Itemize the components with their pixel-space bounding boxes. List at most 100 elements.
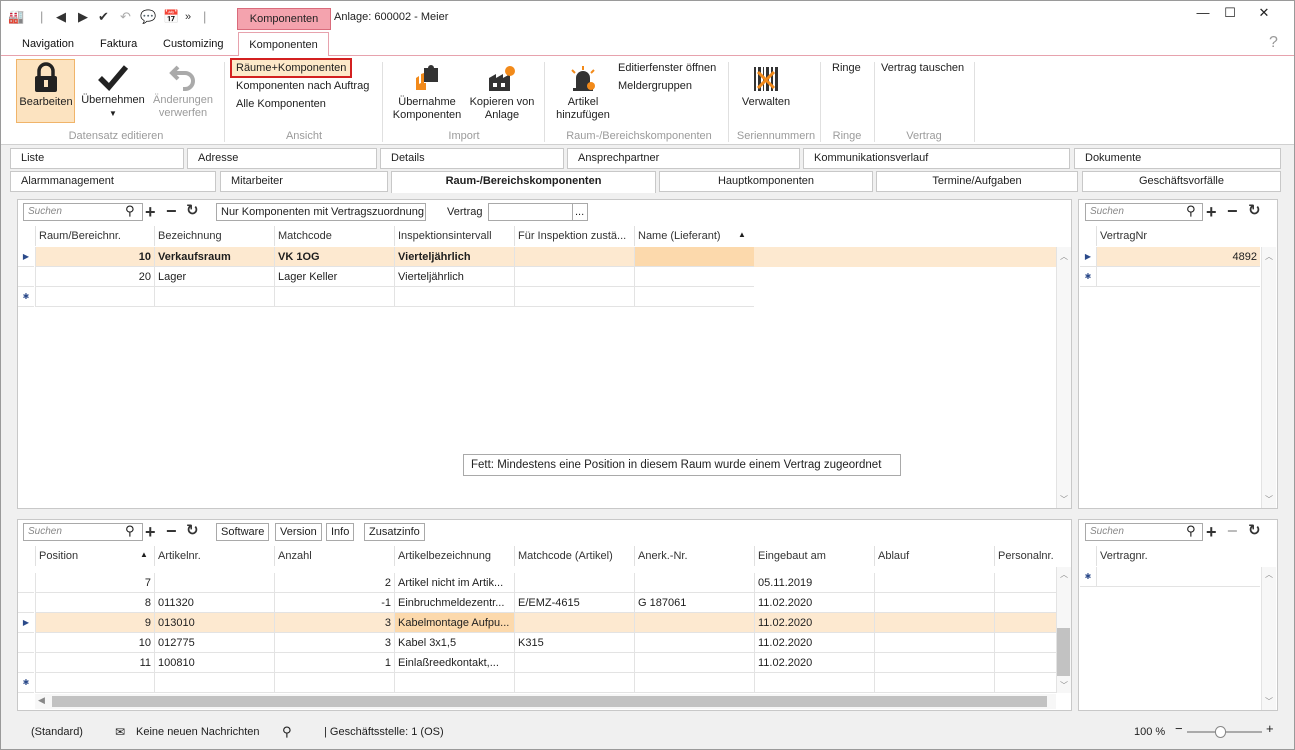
cell-eingebaut-am[interactable]: 11.02.2020 [754,653,874,673]
new-row-cell[interactable] [35,673,154,693]
zoom-out-icon[interactable]: − [1175,722,1183,736]
cell-anzahl[interactable]: 1 [274,653,394,673]
scroll-down-icon[interactable]: ﹀ [1265,696,1273,707]
cell-artikelbezeichnung[interactable]: Einlaßreedkontakt,... [394,653,514,673]
add-icon[interactable]: + [145,203,156,221]
filter-vertragszuordnung-button[interactable]: Nur Komponenten mit Vertragszuordnung [216,203,426,221]
col-header-position[interactable]: Position [35,546,154,566]
cell-eingebaut-am[interactable]: 11.02.2020 [754,593,874,613]
cell-matchcode-artikel[interactable] [514,573,634,593]
remove-icon[interactable]: − [166,202,177,220]
raeume-komponenten-button[interactable]: Räume+Komponenten [236,61,346,75]
cell-anzahl[interactable]: 3 [274,633,394,653]
cell-anerk-nr[interactable] [634,633,754,653]
new-row-cell[interactable] [514,673,634,693]
tab-liste[interactable]: Liste [10,148,184,169]
new-row-cell[interactable] [274,287,394,307]
new-row-cell[interactable] [874,673,994,693]
new-row-cell[interactable] [394,287,514,307]
cell-ablauf[interactable] [874,613,994,633]
col-header-artikelbezeichnung[interactable]: Artikelbezeichnung [394,546,514,566]
cell-artikelnr[interactable]: 011320 [154,593,274,613]
scroll-up-icon[interactable]: ︿ [1060,569,1068,580]
minimize-button[interactable]: — [1190,4,1216,22]
tab-faktura[interactable]: Faktura [100,38,137,50]
tab-kommunikationsverlauf[interactable]: Kommunikationsverlauf [803,148,1070,169]
col-header-raum[interactable]: Raum/Bereichnr. [35,226,154,246]
vertrag-tauschen-button[interactable]: Vertrag tauschen [881,61,964,75]
scrollbar-thumb[interactable] [1057,628,1070,676]
col-header-matchcode[interactable]: Matchcode [274,226,394,246]
info-button[interactable]: Info [326,523,355,541]
cell-position[interactable]: 8 [35,593,154,613]
meldergruppen-button[interactable]: Meldergruppen [618,79,692,93]
cell-position[interactable]: 9 [35,613,154,633]
scroll-down-icon[interactable]: ﹀ [1060,680,1068,691]
scroll-down-icon[interactable]: ﹀ [1265,494,1273,505]
tab-ansprechpartner[interactable]: Ansprechpartner [567,148,800,169]
cell-artikelbezeichnung[interactable]: Artikel nicht im Artik... [394,573,514,593]
tab-details[interactable]: Details [380,148,564,169]
cell-position[interactable]: 11 [35,653,154,673]
new-row-icon[interactable]: ✱ [1080,567,1096,587]
search-icon[interactable]: ⚲ [125,203,135,219]
new-row-cell[interactable] [35,287,154,307]
col-header-fuer-inspektion[interactable]: Für Inspektion zustä... [514,226,634,246]
cell-matchcode-artikel[interactable] [514,653,634,673]
cell-artikelbezeichnung[interactable]: Kabelmontage Aufpu... [394,613,514,633]
new-row-cell[interactable] [634,287,754,307]
tab-komponenten[interactable]: Komponenten [238,32,329,57]
col-header-personalnr[interactable]: Personalnr. [994,546,1056,566]
search-icon[interactable]: ⚲ [282,725,292,739]
new-row-cell[interactable] [394,673,514,693]
cell-fuer-inspektion[interactable] [514,247,634,267]
refresh-icon[interactable]: ↻ [1248,523,1261,539]
cell-fuer-inspektion[interactable] [514,267,634,287]
more-icon[interactable]: » [185,9,191,25]
contracts-vertical-scrollbar[interactable] [1261,247,1276,508]
cell-intervall[interactable]: Vierteljährlich [394,247,514,267]
alle-komponenten-button[interactable]: Alle Komponenten [236,97,326,111]
scroll-left-icon[interactable]: ◀ [38,695,45,706]
col-header-eingebaut-am[interactable]: Eingebaut am [754,546,874,566]
tab-customizing[interactable]: Customizing [163,38,224,50]
cell-artikelnr[interactable]: 100810 [154,653,274,673]
cell-artikelnr[interactable]: 013010 [154,613,274,633]
search-icon[interactable]: ⚲ [125,523,135,539]
cell-anerk-nr[interactable] [634,573,754,593]
calendar-icon[interactable]: 📅 [163,9,179,25]
cell-personalnr[interactable] [994,653,1056,673]
cell-ablauf[interactable] [874,593,994,613]
zoom-slider-thumb[interactable] [1215,726,1226,738]
vertrag-ellipsis-button[interactable]: ... [572,203,588,221]
cell-intervall[interactable]: Vierteljährlich [394,267,514,287]
col-header-anerk-nr[interactable]: Anerk.-Nr. [634,546,754,566]
cell-matchcode-artikel[interactable]: E/EMZ-4615 [514,593,634,613]
cell-personalnr[interactable] [994,633,1056,653]
software-button[interactable]: Software [216,523,270,541]
cell-raum-nr[interactable]: 10 [35,247,154,267]
hscrollbar-thumb[interactable] [52,696,1047,707]
new-row-cell[interactable] [754,673,874,693]
cell-anerk-nr[interactable]: G 187061 [634,593,754,613]
new-row-cell[interactable] [634,673,754,693]
tab-alarmmanagement[interactable]: Alarmmanagement [10,171,216,192]
uebernehmen-button[interactable]: Übernehmen ▼ [78,62,148,120]
ringe-button[interactable]: Ringe [832,61,861,75]
artikel-hinzufuegen-button[interactable]: Artikel hinzufügen [550,64,616,122]
close-button[interactable]: ✕ [1251,4,1277,22]
new-row-cell[interactable] [154,287,274,307]
cell-artikelnr[interactable]: 012775 [154,633,274,653]
remove-icon[interactable]: − [1227,522,1238,540]
komponenten-nach-auftrag-button[interactable]: Komponenten nach Auftrag [236,79,369,93]
cell-bezeichnung[interactable]: Lager [154,267,274,287]
rooms-vertical-scrollbar[interactable] [1056,247,1071,508]
aenderungen-verwerfen-button[interactable]: Änderungen verwerfen [150,62,216,120]
cell-artikelbezeichnung[interactable]: Kabel 3x1,5 [394,633,514,653]
kopieren-von-anlage-button[interactable]: Kopieren von Anlage [466,64,538,122]
add-icon[interactable]: + [145,523,156,541]
layout-standard[interactable]: (Standard) [31,725,83,739]
tab-raum-bereichskomponenten[interactable]: Raum-/Bereichskomponenten [391,171,656,193]
new-row-icon[interactable]: ✱ [18,287,34,307]
undo-icon[interactable]: ↶ [120,9,131,25]
